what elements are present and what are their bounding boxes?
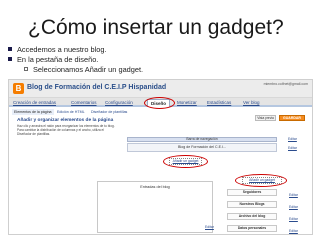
- sub-bullet-item: Seleccionamos Añadir un gadget.: [24, 64, 143, 74]
- subtab-edicion-html[interactable]: Edición de HTML: [57, 109, 85, 115]
- blogger-screenshot: B Blog de Formación del C.E.I.P Hispanid…: [8, 79, 313, 235]
- bullet-square-icon: [8, 57, 12, 61]
- user-email: miembro.colfnet@gmail.com: [263, 82, 308, 86]
- section-description: Haz clic y arrastra el ratón para reorga…: [17, 124, 115, 136]
- blogger-header: B Blog de Formación del C.E.I.P Hispanid…: [9, 80, 312, 98]
- posts-edit-link[interactable]: Editar: [205, 225, 214, 229]
- sidebar-gadget-edit-link[interactable]: Editar: [289, 229, 298, 233]
- bullet-text: Accedemos a nuestro blog.: [17, 44, 107, 54]
- bullet-list: Accedemos a nuestro blog. En la pestaña …: [8, 44, 143, 74]
- sidebar-gadget-edit-link[interactable]: Editar: [289, 193, 298, 197]
- tab-highlight-circle: [144, 97, 175, 109]
- tab-creacion-entradas[interactable]: Creación de entradas: [13, 99, 56, 107]
- tab-ver-blog[interactable]: Ver blog: [243, 99, 260, 107]
- tab-comentarios[interactable]: Comentarios: [71, 99, 97, 107]
- section-heading: Añadir y organizar elementos de la págin…: [17, 118, 114, 123]
- sidebar-gadget[interactable]: Nuestros Blogs: [227, 201, 277, 208]
- sub-bullet-square-icon: [24, 67, 28, 71]
- tab-estadisticas[interactable]: Estadísticas: [207, 99, 231, 107]
- tab-configuracion[interactable]: Configuración: [105, 99, 133, 107]
- blog-title[interactable]: Blog de Formación del C.E.I.P Hispanidad: [27, 84, 166, 91]
- header-edit-link[interactable]: Editar: [288, 146, 297, 150]
- sidebar-gadget[interactable]: Datos personales: [227, 225, 277, 232]
- preview-button[interactable]: Vista previa: [255, 115, 276, 121]
- bullet-item: En la pestaña de diseño.: [8, 54, 143, 64]
- blogger-logo-icon[interactable]: B: [13, 83, 24, 94]
- sub-bullet-text: Seleccionamos Añadir un gadget.: [33, 64, 144, 74]
- save-button[interactable]: GUARDAR: [279, 115, 305, 121]
- sidebar-gadget-edit-link[interactable]: Editar: [289, 217, 298, 221]
- header-element[interactable]: Blog de Formación del C.E.I...: [127, 143, 277, 152]
- bullet-square-icon: [8, 47, 12, 51]
- slide-title: ¿Cómo insertar un gadget?: [28, 16, 284, 39]
- navbar-edit-link[interactable]: Editar: [288, 137, 297, 141]
- tab-monetizar[interactable]: Monetizar: [177, 99, 197, 107]
- subtab-disenador-plantillas[interactable]: Diseñador de plantillas: [91, 109, 127, 115]
- blog-posts-label: Entradas del blog: [140, 185, 170, 189]
- navbar-element[interactable]: Barra de navegación: [127, 137, 277, 142]
- add-gadget-highlight-circle: [163, 155, 208, 168]
- blog-posts-element[interactable]: Entradas del blog: [97, 181, 213, 233]
- sidebar-gadget-edit-link[interactable]: Editar: [289, 205, 298, 209]
- sidebar-add-gadget-highlight-circle: [235, 174, 287, 187]
- sidebar-gadget[interactable]: Archivo del blog: [227, 213, 277, 220]
- sidebar-gadget[interactable]: Seguidores: [227, 189, 277, 196]
- bullet-text: En la pestaña de diseño.: [17, 54, 99, 64]
- bullet-item: Accedemos a nuestro blog.: [8, 44, 143, 54]
- subtab-elementos-pagina[interactable]: Elementos de la página: [12, 109, 54, 115]
